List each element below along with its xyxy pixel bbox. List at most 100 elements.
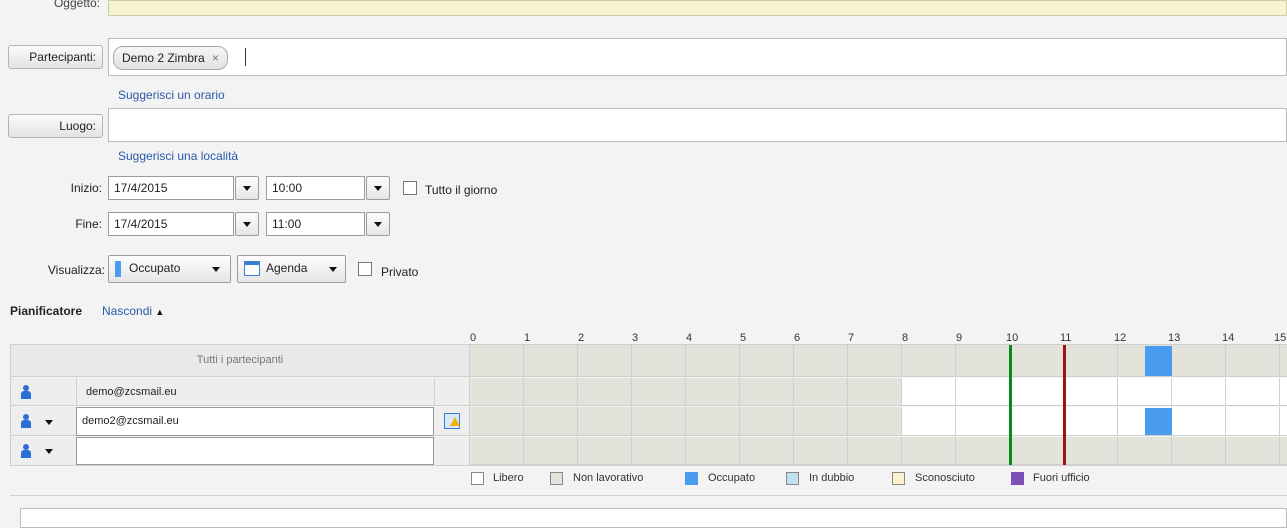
grid-cell <box>470 437 524 465</box>
location-input[interactable] <box>108 108 1287 142</box>
participant-chip-label: Demo 2 Zimbra <box>122 51 205 65</box>
start-time-dropdown[interactable] <box>366 176 390 200</box>
hour-label: 6 <box>794 332 801 344</box>
attendee-email-input[interactable]: demo2@zcsmail.eu <box>76 407 434 436</box>
all-day-label: Tutto il giorno <box>425 183 498 197</box>
end-label: Fine: <box>75 217 102 231</box>
attendee-table: Tutti i partecipanti demo@zcsmail.eu dem… <box>10 344 470 466</box>
legend-tentative-swatch <box>786 472 799 485</box>
attendee-row: demo2@zcsmail.eu <box>11 407 469 436</box>
caret-up-icon: ▲ <box>155 307 165 317</box>
start-date-dropdown[interactable] <box>235 176 259 200</box>
legend-nonworking-swatch <box>550 472 563 485</box>
grid-cell <box>578 437 632 465</box>
hour-label: 10 <box>1006 332 1019 344</box>
meeting-start-marker <box>1009 345 1012 465</box>
grid-cell <box>956 437 1010 465</box>
calendar-select[interactable]: Agenda <box>237 255 346 283</box>
grid-cell <box>1226 345 1280 377</box>
grid-cell <box>632 437 686 465</box>
grid-cell <box>1280 407 1287 436</box>
chevron-down-icon <box>243 222 251 227</box>
location-button[interactable]: Luogo: <box>8 114 103 138</box>
participant-chip[interactable]: Demo 2 Zimbra × <box>113 46 229 70</box>
suggest-location-link[interactable]: Suggerisci una località <box>118 149 238 163</box>
grid-cell <box>632 407 686 436</box>
grid-cell <box>740 437 794 465</box>
grid-cell <box>1226 437 1280 465</box>
grid-cell <box>1226 407 1280 436</box>
grid-cell <box>632 345 686 377</box>
grid-cell <box>1280 378 1287 406</box>
chevron-down-icon <box>374 222 382 227</box>
all-day-checkbox[interactable] <box>403 181 417 195</box>
grid-cell <box>848 345 902 377</box>
person-icon <box>20 385 32 399</box>
grid-cell <box>578 345 632 377</box>
grid-cell <box>686 345 740 377</box>
grid-cell <box>794 345 848 377</box>
grid-cell <box>470 345 524 377</box>
grid-cell <box>848 437 902 465</box>
grid-cell <box>848 378 902 406</box>
hour-label: 11 <box>1060 332 1072 344</box>
private-checkbox[interactable] <box>358 262 372 276</box>
grid-cell <box>740 378 794 406</box>
start-label: Inizio: <box>70 181 102 195</box>
grid-cell <box>740 345 794 377</box>
chevron-down-icon <box>329 267 337 272</box>
end-date-field[interactable]: 17/4/2015 <box>108 212 234 236</box>
grid-cell <box>902 407 956 436</box>
grid-cell <box>524 407 578 436</box>
participants-input[interactable] <box>108 38 1287 76</box>
busy-status-icon <box>115 261 121 277</box>
show-as-value: Occupato <box>129 261 181 275</box>
divider <box>10 495 1287 496</box>
hour-label: 14 <box>1222 332 1235 344</box>
grid-cell <box>686 378 740 406</box>
hour-label: 3 <box>632 332 639 344</box>
person-icon[interactable] <box>20 414 32 428</box>
start-time-field[interactable]: 10:00 <box>266 176 365 200</box>
grid-cell <box>1172 378 1226 406</box>
show-as-select[interactable]: Occupato <box>108 255 231 283</box>
grid-cell <box>686 407 740 436</box>
grid-cell <box>1010 378 1064 406</box>
grid-cell <box>1172 437 1226 465</box>
legend-unknown-label: Sconosciuto <box>915 472 975 484</box>
hide-scheduler-link[interactable]: Nascondi ▲ <box>102 304 164 318</box>
legend-ooo-label: Fuori ufficio <box>1033 472 1090 484</box>
new-attendee-input[interactable] <box>76 437 434 465</box>
hour-label: 4 <box>686 332 693 344</box>
end-date-dropdown[interactable] <box>235 212 259 236</box>
all-attendees-label: Tutti i partecipanti <box>196 354 284 366</box>
suggest-time-link[interactable]: Suggerisci un orario <box>118 88 225 102</box>
show-as-label: Visualizza: <box>47 263 105 277</box>
grid-cell <box>902 378 956 406</box>
participants-button[interactable]: Partecipanti: <box>8 45 103 69</box>
grid-cell <box>740 407 794 436</box>
grid-cell <box>794 407 848 436</box>
grid-cell <box>1064 407 1118 436</box>
start-date-field[interactable]: 17/4/2015 <box>108 176 234 200</box>
calendar-icon <box>244 261 260 276</box>
end-time-field[interactable]: 11:00 <box>266 212 365 236</box>
person-icon[interactable] <box>20 444 32 458</box>
subject-input[interactable] <box>108 0 1287 16</box>
grid-cell <box>794 378 848 406</box>
remove-icon[interactable]: × <box>212 51 219 65</box>
chevron-down-icon <box>212 267 220 272</box>
text-cursor <box>245 48 246 66</box>
legend-unknown-swatch <box>892 472 905 485</box>
private-label: Privato <box>381 265 419 279</box>
legend-free-label: Libero <box>493 472 524 484</box>
notes-editor[interactable] <box>20 508 1287 528</box>
chevron-down-icon[interactable] <box>45 420 53 425</box>
grid-cell <box>848 407 902 436</box>
end-time-dropdown[interactable] <box>366 212 390 236</box>
hour-label: 7 <box>848 332 855 344</box>
chevron-down-icon <box>374 186 382 191</box>
chevron-down-icon[interactable] <box>45 449 53 454</box>
grid-cell <box>1010 407 1064 436</box>
grid-cell <box>1010 437 1064 465</box>
